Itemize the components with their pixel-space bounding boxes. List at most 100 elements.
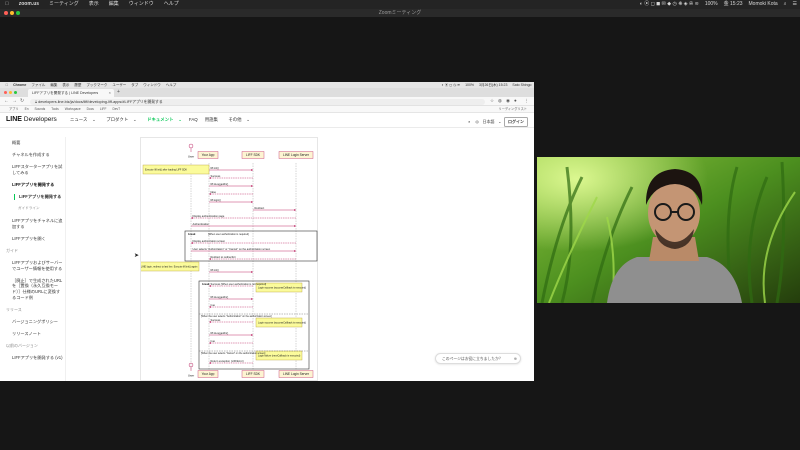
menu-help[interactable]: ヘルプ <box>159 0 184 9</box>
arrowhead <box>251 185 253 187</box>
user-actor-icon <box>188 143 194 149</box>
feedback-label: このページはお役に立ちましたか？ <box>442 357 503 361</box>
bookmark-star-icon: ☆ <box>490 98 495 103</box>
reading-list: リーディングリスト <box>498 107 527 111</box>
menu-meeting[interactable]: ミーティング <box>44 0 84 9</box>
menubar-user[interactable]: Momoki Kota <box>746 0 781 9</box>
extension-icon: ◍ <box>498 98 502 103</box>
arrowhead <box>251 298 253 300</box>
sidebar-item: ガイドライン <box>18 206 40 211</box>
sidebar-item: LIFFアプリを開発する <box>14 193 66 200</box>
participant-label: User <box>188 155 194 159</box>
message-label: liff.isLoggedIn() <box>211 295 229 299</box>
sidebar-item: LIFFアプリを開く <box>12 235 46 241</box>
participant-label: LIFF SDK <box>246 372 261 376</box>
search-icon: ⌕ <box>468 119 471 124</box>
participant-label: Your App <box>202 153 215 157</box>
sidebar-item: ガイド <box>6 247 18 253</box>
nav-news: ニュース ⌄ <box>63 117 99 123</box>
address-url: developers.line.biz/ja/docs/liff/develop… <box>38 99 163 104</box>
menu-edit[interactable]: 編集 <box>104 0 124 9</box>
bookmark-item: Tools <box>51 107 59 111</box>
note-label: Execute liff.init() after loading LIFF S… <box>145 169 187 172</box>
tab-title: LIFFアプリを開発する | LINE Developers <box>32 91 99 95</box>
close-window-icon[interactable] <box>4 11 8 15</box>
logo-dev-text: Developers <box>23 116 57 123</box>
arrowhead <box>294 250 296 252</box>
browser-tab-active: LIFFアプリを開発する | LINE Developers × <box>28 89 114 97</box>
message-label: Redirect to redirectUri <box>211 255 237 259</box>
address-bar: 🔒︎ developers.line.biz/ja/docs/liff/deve… <box>30 98 485 105</box>
message-label: false <box>211 190 217 194</box>
sidebar-item: リリース <box>6 306 22 312</box>
status-icons[interactable]: ◐ ⦿ ◻ ◼ ✉ ◆ ◷ ❋ ◈ ✇ ≋ <box>637 0 702 9</box>
forward-icon: → <box>12 98 17 104</box>
frame-label: break <box>202 282 210 286</box>
nav-other-label: その他 <box>228 117 242 122</box>
message-label: liff.login() <box>211 198 222 202</box>
bookmark-item: LIFF <box>99 107 107 111</box>
menubar-clock[interactable]: 金 15:23 <box>721 0 746 9</box>
menu-view[interactable]: 表示 <box>84 0 104 9</box>
docs-sidebar: 概要 チャネルを作成する LIFFスターターアプリを試してみる LIFFアプリを開発す… <box>0 137 66 381</box>
profile-icon: ● <box>514 98 517 103</box>
close-tab-icon: × <box>108 90 111 95</box>
sidebar-item: 概要 <box>12 140 21 145</box>
message-label: Redirect <box>255 206 265 210</box>
sidebar-item: LIFFアプリをチャネルに追加する <box>12 218 63 229</box>
nav-product-label: プロダクト <box>106 117 129 122</box>
frame-condition: [When user authorization is required] <box>208 233 249 236</box>
nav-documents-label: ドキュメント <box>147 117 174 122</box>
mouse-cursor-icon: ➤ <box>134 253 140 259</box>
site-header: LINE Developers ニュース ⌄ プロダクト ⌄ ドキュメント ⌄ … <box>0 113 534 128</box>
battery-percent[interactable]: 100% <box>702 0 721 9</box>
message-label: User selects "Authorization" or "Cancel"… <box>193 247 271 251</box>
zoom-titlebar: Zoomミーティング <box>0 9 800 17</box>
language-label: 日本語 <box>482 118 495 124</box>
new-tab-icon: + <box>117 89 120 95</box>
participant-label: Your App <box>202 372 215 376</box>
menu-window[interactable]: ウィンドウ <box>124 0 159 9</box>
participant-label: LIFF SDK <box>246 153 261 157</box>
bookmark-item: Docs <box>86 107 94 111</box>
browser-close-icon <box>4 90 7 94</box>
control-center-icon[interactable]: ☰ <box>790 0 800 9</box>
message-label: Success <box>211 318 222 322</box>
minimize-window-icon[interactable] <box>10 11 14 15</box>
message-label: Authentication <box>193 222 210 226</box>
login-button: ログイン <box>504 116 528 127</box>
nav-documents: ドキュメント ⌄ <box>140 117 185 123</box>
browser-minimize-icon <box>9 90 12 94</box>
arrowhead <box>251 201 253 203</box>
note-label: Login success (successCallback is execut… <box>258 287 306 290</box>
sidebar-item: LIFFアプリを開発する (v1) <box>12 354 63 360</box>
bookmark-item: Workspace <box>64 107 81 111</box>
message-label: Display authorization screen <box>193 239 226 243</box>
sidebar-item: ［廃止］で生成されたURLを［置換（永久互換モード）］仕様のURLに変換するコー… <box>12 277 63 300</box>
menu-app-name[interactable]: zoom.us <box>14 0 44 9</box>
sidebar-item: 以前のバージョン <box>6 342 38 348</box>
search-icon[interactable]: ⌕ <box>781 0 790 9</box>
message-label: liff.isLoggedIn() <box>211 331 229 335</box>
arrowhead <box>251 271 253 273</box>
header-actions: ⌕ ◎ 日本語 ⌄ ログイン <box>466 116 528 127</box>
frame-condition: [When the user selects "Cancel" on the a… <box>201 352 266 355</box>
reload-icon: ↻ <box>20 98 25 104</box>
participant-video <box>537 157 800 303</box>
back-icon: ← <box>4 98 9 104</box>
zoom-window-icon[interactable] <box>16 11 20 15</box>
sidebar-item: LIFFアプリおよびサーバーでユーザー情報を使用する <box>12 260 63 271</box>
bookmark-item: En <box>24 107 29 111</box>
frame-label: break <box>188 232 196 236</box>
more-menu-icon: ⋮ <box>524 98 529 103</box>
message-label: Return exception (LIFFError) <box>211 359 244 363</box>
nav-news-label: ニュース <box>70 117 88 122</box>
browser-tabstrip: LIFFアプリを開発する | LINE Developers × + <box>0 88 534 97</box>
sidebar-item: バージョニングポリシー <box>12 318 58 324</box>
note-label: Login success (successCallback is execut… <box>258 322 306 325</box>
apple-icon[interactable]:  <box>0 0 14 9</box>
bookmark-item: アプリ <box>9 107 19 111</box>
nav-other: その他 ⌄ <box>221 117 253 123</box>
sidebar-item: チャネルを作成する <box>12 152 50 158</box>
sidebar-item: リリースノート <box>12 330 42 336</box>
